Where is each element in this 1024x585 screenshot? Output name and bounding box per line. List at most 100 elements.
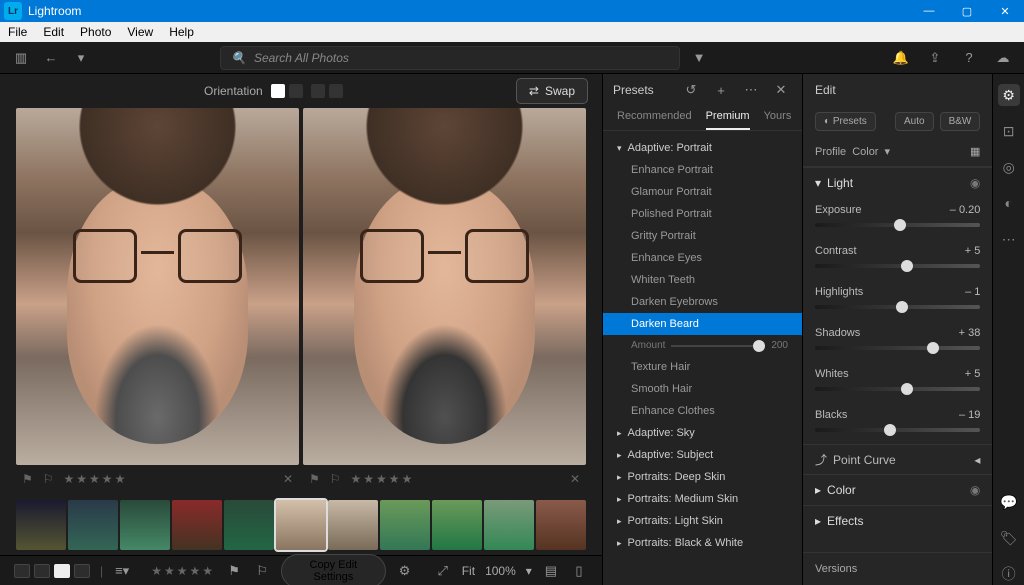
presets-reset-icon[interactable]: ↺ (680, 79, 702, 101)
slider-whites[interactable]: Whites+ 5 (803, 362, 992, 403)
flag-icon[interactable]: ⚑ (22, 472, 33, 486)
reject-icon[interactable]: ⚐ (43, 472, 54, 486)
eye-icon[interactable]: ◉ (970, 483, 980, 497)
compare-left-photo[interactable] (16, 108, 299, 465)
filmstrip-thumb[interactable] (484, 500, 534, 550)
preset-item[interactable]: Enhance Portrait (603, 159, 802, 181)
cloud-sync-icon[interactable]: ☁ (992, 47, 1014, 69)
presets-add-icon[interactable]: + (710, 79, 732, 101)
orientation-side-by-side[interactable] (271, 84, 285, 98)
filmstrip-thumb[interactable] (432, 500, 482, 550)
presets-tab-recommended[interactable]: Recommended (617, 110, 692, 130)
eye-icon[interactable]: ◉ (970, 176, 980, 190)
remove-left-icon[interactable]: ✕ (283, 472, 293, 486)
presets-tab-yours[interactable]: Yours (764, 110, 792, 130)
flag-icon[interactable]: ⚑ (309, 472, 320, 486)
comment-icon[interactable]: 💬 (998, 491, 1020, 513)
menu-photo[interactable]: Photo (72, 23, 119, 41)
swap-button[interactable]: ⇄ Swap (516, 78, 588, 104)
preset-group[interactable]: ▸Portraits: Medium Skin (603, 488, 802, 510)
fit-label[interactable]: Fit (462, 564, 475, 578)
section-color[interactable]: ▸Color◉ (803, 474, 992, 505)
filmstrip-thumb[interactable] (16, 500, 66, 550)
viewmode-detail-icon[interactable] (74, 564, 90, 578)
edit-bw-button[interactable]: B&W (940, 112, 981, 131)
preset-item[interactable]: Enhance Clothes (603, 400, 802, 422)
preset-item[interactable]: Gritty Portrait (603, 225, 802, 247)
menu-view[interactable]: View (119, 23, 161, 41)
filmstrip-thumb[interactable] (172, 500, 222, 550)
preset-item[interactable]: Polished Portrait (603, 203, 802, 225)
section-effects[interactable]: ▸Effects (803, 505, 992, 536)
preset-group[interactable]: ▸Portraits: Deep Skin (603, 466, 802, 488)
filmstrip-thumb[interactable] (68, 500, 118, 550)
close-button[interactable]: ✕ (986, 0, 1024, 22)
slider-blacks[interactable]: Blacks– 19 (803, 403, 992, 444)
zoom-label[interactable]: 100% (485, 564, 516, 578)
maximize-button[interactable]: ▢ (948, 0, 986, 22)
mask-tool-icon[interactable]: ◐ (998, 192, 1020, 214)
preset-group-adaptive-portrait[interactable]: ▾Adaptive: Portrait (603, 137, 802, 159)
viewmode-grid-icon[interactable] (14, 564, 30, 578)
profile-dropdown-icon[interactable]: ▾ (884, 145, 890, 158)
point-curve-expand-icon[interactable]: ◂ (974, 453, 980, 467)
presets-tab-premium[interactable]: Premium (706, 110, 750, 130)
back-dropdown-icon[interactable]: ▾ (70, 47, 92, 69)
filmstrip-thumb[interactable] (380, 500, 430, 550)
back-arrow-icon[interactable]: ← (40, 47, 62, 69)
heal-tool-icon[interactable]: ◎ (998, 156, 1020, 178)
preset-group[interactable]: ▸Portraits: Light Skin (603, 510, 802, 532)
preset-item[interactable]: Glamour Portrait (603, 181, 802, 203)
point-curve-label[interactable]: Point Curve (833, 453, 896, 467)
edit-auto-button[interactable]: Auto (895, 112, 934, 131)
global-search[interactable]: 🔍 Search All Photos (220, 46, 680, 70)
zoom-dropdown-icon[interactable]: ▾ (526, 564, 532, 578)
slider-contrast[interactable]: Contrast+ 5 (803, 239, 992, 280)
orientation-alt-1[interactable] (311, 84, 325, 98)
viewmode-compare-icon[interactable] (54, 564, 70, 578)
edit-presets-button[interactable]: ◐ Presets (815, 112, 876, 131)
help-icon[interactable]: ? (958, 47, 980, 69)
rating-stars-left[interactable]: ★★★★★ (64, 472, 128, 486)
menu-edit[interactable]: Edit (35, 23, 72, 41)
more-tool-icon[interactable]: ⋯ (998, 228, 1020, 250)
minimize-button[interactable]: — (910, 0, 948, 22)
flag-bottom-icon[interactable]: ⚑ (225, 560, 243, 582)
fit-option-icon[interactable]: ⤢ (434, 560, 452, 582)
preset-item[interactable]: Enhance Eyes (603, 247, 802, 269)
rating-stars-right[interactable]: ★★★★★ (351, 472, 415, 486)
info-overlay-icon[interactable]: ▯ (570, 560, 588, 582)
info-icon[interactable]: ⓘ (998, 563, 1020, 585)
filmstrip-toggle-icon[interactable]: ▤ (542, 560, 560, 582)
remove-right-icon[interactable]: ✕ (570, 472, 580, 486)
section-light[interactable]: ▾Light◉ (803, 167, 992, 198)
filmstrip-thumb[interactable] (120, 500, 170, 550)
orientation-alt-2[interactable] (329, 84, 343, 98)
preset-group[interactable]: ▸Portraits: Black & White (603, 532, 802, 554)
preset-item[interactable]: Texture Hair (603, 356, 802, 378)
tag-icon[interactable]: 🏷 (998, 527, 1020, 549)
rating-bar[interactable]: ★★★★★ (151, 564, 215, 578)
preset-item-selected[interactable]: Darken Beard (603, 313, 802, 335)
orientation-stacked[interactable] (289, 84, 303, 98)
presets-close-icon[interactable]: ✕ (770, 79, 792, 101)
preset-item[interactable]: Darken Eyebrows (603, 291, 802, 313)
preset-item[interactable]: Smooth Hair (603, 378, 802, 400)
filmstrip-thumb-selected[interactable] (276, 500, 326, 550)
profile-value[interactable]: Color (852, 146, 878, 158)
compare-right-photo[interactable] (303, 108, 586, 465)
versions-button[interactable]: Versions (803, 552, 992, 585)
presets-more-icon[interactable]: ⋯ (740, 79, 762, 101)
menu-help[interactable]: Help (161, 23, 202, 41)
reject-icon[interactable]: ⚐ (330, 472, 341, 486)
panel-toggle-icon[interactable]: ▥ (10, 47, 32, 69)
slider-shadows[interactable]: Shadows+ 38 (803, 321, 992, 362)
copy-edit-settings-button[interactable]: Copy Edit Settings (281, 554, 385, 585)
sort-icon[interactable]: ≡▾ (113, 560, 131, 582)
preset-amount-slider[interactable]: Amount 200 (603, 335, 802, 356)
slider-highlights[interactable]: Highlights– 1 (803, 280, 992, 321)
filmstrip-thumb[interactable] (224, 500, 274, 550)
filter-icon[interactable]: ▼ (688, 47, 710, 69)
filmstrip-thumb[interactable] (536, 500, 586, 550)
unflag-bottom-icon[interactable]: ⚐ (253, 560, 271, 582)
